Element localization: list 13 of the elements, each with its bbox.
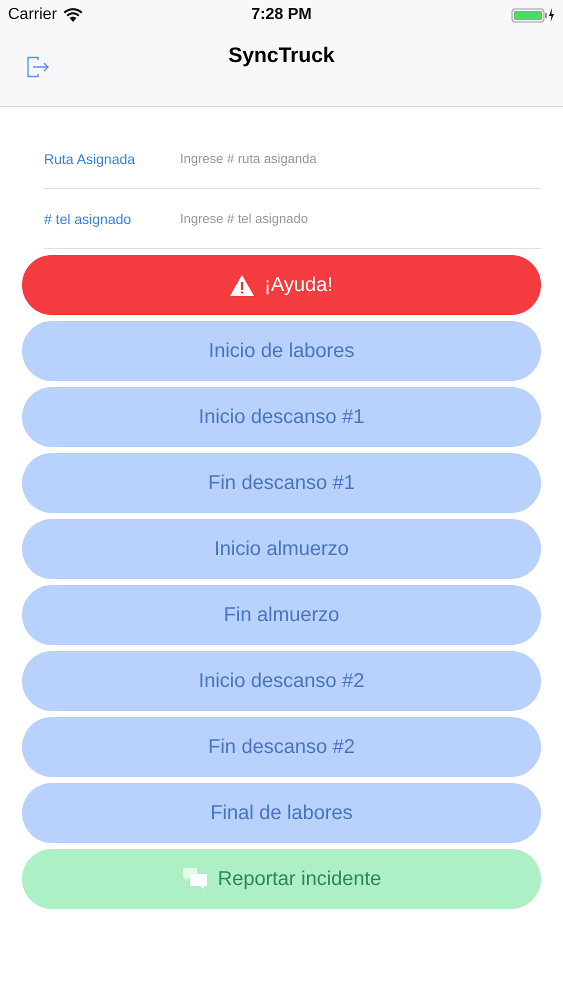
input-field[interactable]: Ingrese # tel asignado — [178, 210, 541, 227]
field-label: Ruta Asignada — [44, 150, 136, 166]
carrier-label: Carrier — [8, 6, 57, 24]
input-field[interactable]: Ingrese # ruta asiganda — [178, 150, 541, 167]
field-label: # tel asignado — [44, 210, 132, 226]
status-time: 7:28 PM — [251, 6, 312, 24]
chat-icon — [182, 867, 208, 891]
wifi-icon — [62, 8, 83, 22]
battery-icon — [511, 7, 555, 23]
warning-icon — [230, 274, 254, 296]
help-button[interactable]: ¡Ayuda! — [22, 255, 541, 315]
nav-title: SyncTruck — [228, 44, 335, 68]
logout-icon[interactable] — [26, 56, 50, 78]
